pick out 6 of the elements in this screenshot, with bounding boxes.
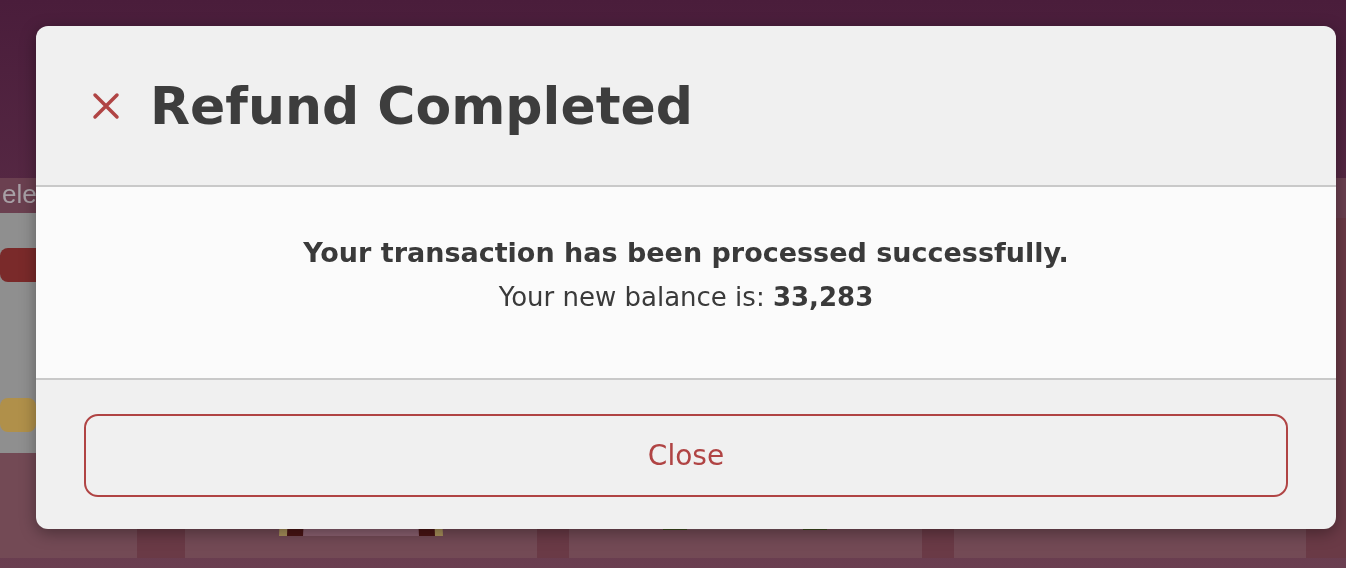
close-icon[interactable] xyxy=(92,91,120,120)
close-button[interactable]: Close xyxy=(84,414,1288,497)
dialog-title: Refund Completed xyxy=(150,75,694,136)
success-message: Your transaction has been processed successfully. xyxy=(303,237,1069,268)
balance-text: Your new balance is: 33,283 xyxy=(498,282,874,312)
page-heading: ele xyxy=(2,178,37,210)
